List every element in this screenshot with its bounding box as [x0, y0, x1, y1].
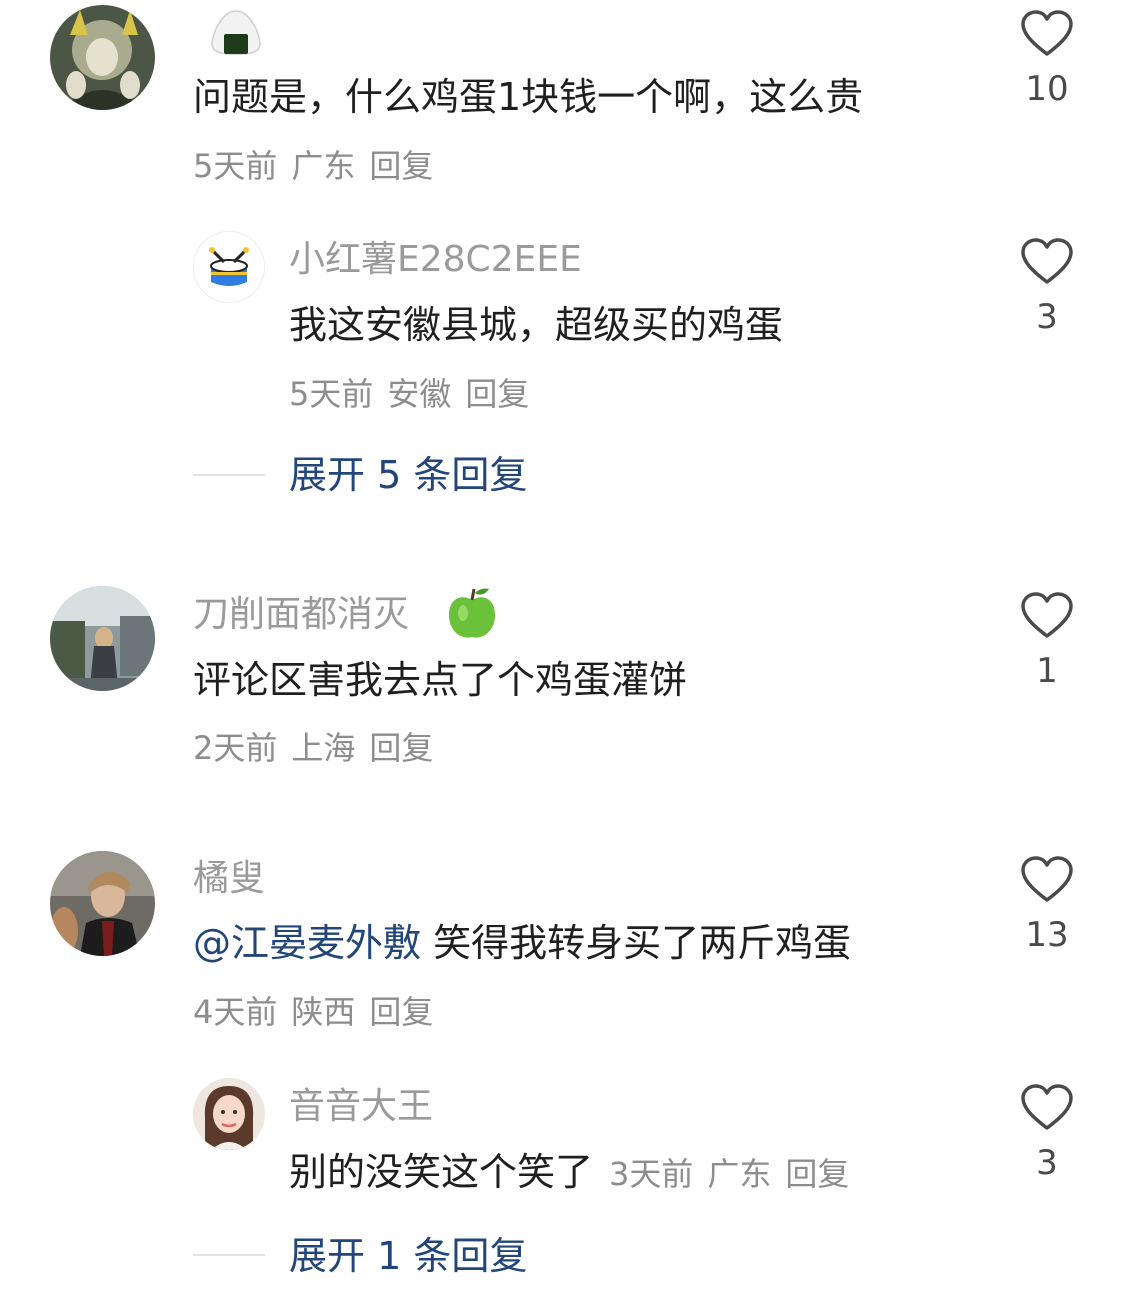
like-button[interactable]: 10: [1017, 10, 1077, 106]
comment-time: 4天前: [193, 993, 278, 1031]
comment-text: 问题是，什么鸡蛋1块钱一个啊，这么贵: [193, 75, 864, 119]
avatar[interactable]: [50, 851, 155, 956]
comment-location: 安徽: [387, 375, 452, 413]
like-count: 3: [1036, 297, 1058, 337]
reply-button[interactable]: 回复: [465, 375, 529, 413]
comment-meta: 4天前 陕西 回复: [193, 996, 433, 1028]
like-count: 10: [1025, 69, 1069, 109]
mention-link[interactable]: @江晏麦外敷: [193, 921, 421, 965]
comment-body: 别的没笑这个笑了: [289, 1150, 594, 1194]
reply-button[interactable]: 回复: [369, 993, 433, 1031]
green-apple-icon: [445, 585, 499, 641]
comment-location: 广东: [291, 147, 356, 185]
avatar[interactable]: [193, 231, 265, 303]
avatar[interactable]: [50, 5, 155, 110]
username[interactable]: 音音大王: [289, 1089, 433, 1125]
comment-time: 3天前: [609, 1155, 694, 1193]
comment-time: 5天前: [289, 375, 374, 413]
username[interactable]: 刀削面都消灭: [193, 597, 409, 633]
comment-time: 5天前: [193, 147, 278, 185]
like-count: 3: [1036, 1143, 1058, 1183]
comment-text: 别的没笑这个笑了 3天前 广东 回复: [289, 1153, 849, 1191]
comment-meta: 2天前 上海 回复: [193, 732, 433, 764]
comment-meta: 5天前 安徽 回复: [289, 378, 529, 410]
rice-ball-icon: [208, 8, 264, 56]
username[interactable]: 橘叟: [193, 861, 265, 897]
like-button[interactable]: 13: [1017, 856, 1077, 952]
reply-button[interactable]: 回复: [785, 1155, 849, 1193]
expand-replies-button[interactable]: 展开 1 条回复: [289, 1237, 527, 1275]
like-button[interactable]: 3: [1017, 1084, 1077, 1180]
like-button[interactable]: 3: [1017, 238, 1077, 334]
like-count: 13: [1025, 915, 1069, 955]
heart-icon: [1021, 1084, 1073, 1130]
comment-location: 陕西: [291, 993, 356, 1031]
comment-location: 广东: [707, 1155, 772, 1193]
heart-icon: [1021, 592, 1073, 638]
comment-location: 上海: [291, 729, 356, 767]
comment-text: 我这安徽县城，超级买的鸡蛋: [289, 303, 784, 347]
like-button[interactable]: 1: [1017, 592, 1077, 688]
expand-replies-button[interactable]: 展开 5 条回复: [289, 456, 527, 494]
divider: [193, 474, 265, 476]
username[interactable]: 小红薯E28C2EEE: [289, 242, 582, 278]
divider: [193, 1254, 265, 1256]
comment-meta: 5天前 广东 回复: [193, 150, 433, 182]
avatar[interactable]: [193, 1078, 265, 1150]
avatar[interactable]: [50, 586, 155, 691]
heart-icon: [1021, 10, 1073, 56]
comment-text: 评论区害我去点了个鸡蛋灌饼: [193, 658, 688, 702]
heart-icon: [1021, 238, 1073, 284]
like-count: 1: [1036, 651, 1058, 691]
comment-body: 笑得我转身买了两斤鸡蛋: [421, 921, 852, 965]
heart-icon: [1021, 856, 1073, 902]
comment-time: 2天前: [193, 729, 278, 767]
reply-button[interactable]: 回复: [369, 729, 433, 767]
reply-button[interactable]: 回复: [369, 147, 433, 185]
comment-text: @江晏麦外敷 笑得我转身买了两斤鸡蛋: [193, 924, 851, 962]
